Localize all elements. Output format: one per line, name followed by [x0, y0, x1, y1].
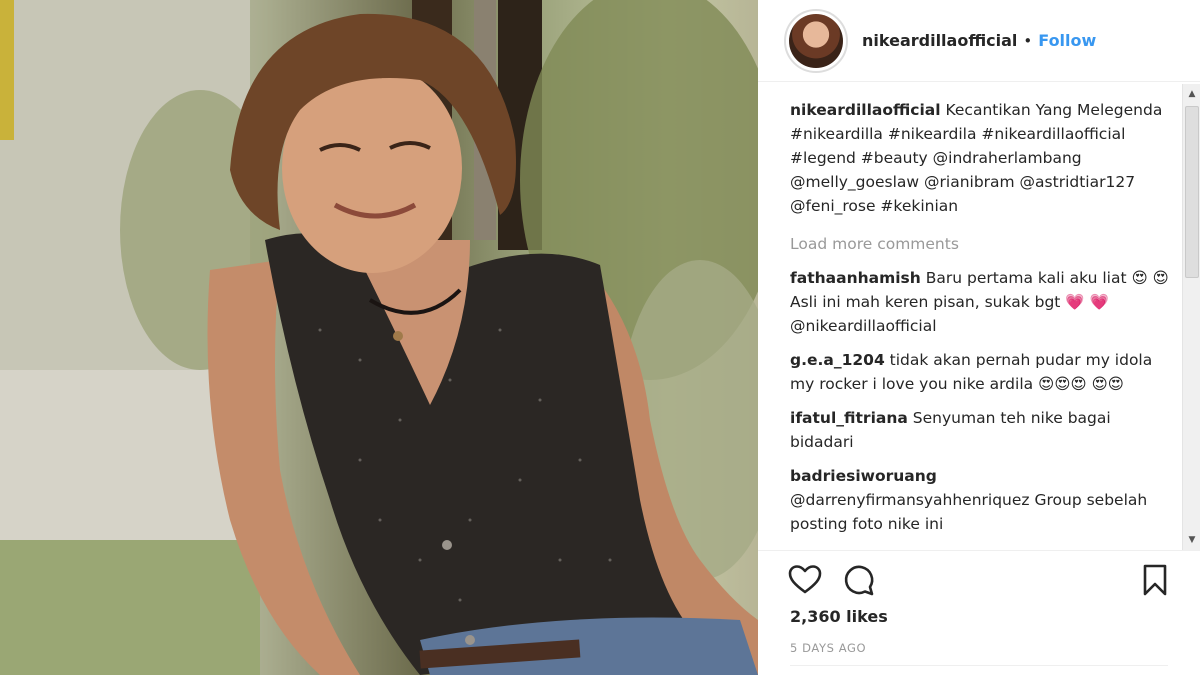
scroll-up-arrow-icon[interactable]: ▲: [1183, 86, 1200, 102]
header-username[interactable]: nikeardillaofficial: [862, 31, 1017, 50]
caption: nikeardillaofficial Kecantikan Yang Mele…: [790, 98, 1172, 218]
post-actions-bar: [758, 550, 1200, 610]
comment-item: g.e.a_1204 tidak akan pernah pudar my id…: [790, 348, 1172, 396]
post-timestamp[interactable]: 5 DAYS AGO: [790, 641, 866, 655]
comment-bubble-icon[interactable]: [842, 563, 876, 597]
scroll-down-arrow-icon[interactable]: ▼: [1183, 532, 1200, 548]
avatar-image: [789, 13, 843, 68]
scrollbar-thumb[interactable]: [1185, 106, 1199, 278]
comment-item: ifatul_fitriana Senyuman teh nike bagai …: [790, 406, 1172, 454]
post-header: nikeardillaofficial • Follow: [758, 0, 1200, 82]
bookmark-icon[interactable]: [1138, 563, 1172, 597]
load-more-comments-button[interactable]: Load more comments: [790, 232, 1172, 256]
post-photo: [0, 0, 758, 675]
caption-username[interactable]: nikeardillaofficial: [790, 101, 941, 119]
comment-username[interactable]: ifatul_fitriana: [790, 409, 908, 427]
heart-icon[interactable]: [788, 563, 822, 597]
comment-text: @darrenyfirmansyahhenriquez Group sebela…: [790, 491, 1148, 533]
header-separator: •: [1023, 31, 1033, 50]
comments-list[interactable]: nikeardillaofficial Kecantikan Yang Mele…: [790, 98, 1172, 548]
profile-avatar[interactable]: [784, 8, 848, 73]
divider: [790, 665, 1168, 666]
portrait-image: [0, 0, 758, 675]
comments-scrollbar[interactable]: ▲ ▼: [1182, 84, 1200, 550]
likes-count[interactable]: 2,360 likes: [790, 607, 888, 626]
comment-username[interactable]: g.e.a_1204: [790, 351, 885, 369]
comment-username[interactable]: badriesiworuang: [790, 467, 937, 485]
follow-button[interactable]: Follow: [1038, 31, 1096, 50]
comment-item: fathaanhamish Baru pertama kali aku liat…: [790, 266, 1172, 338]
comment-item: badriesiworuang @darrenyfirmansyahhenriq…: [790, 464, 1172, 536]
comment-username[interactable]: fathaanhamish: [790, 269, 921, 287]
